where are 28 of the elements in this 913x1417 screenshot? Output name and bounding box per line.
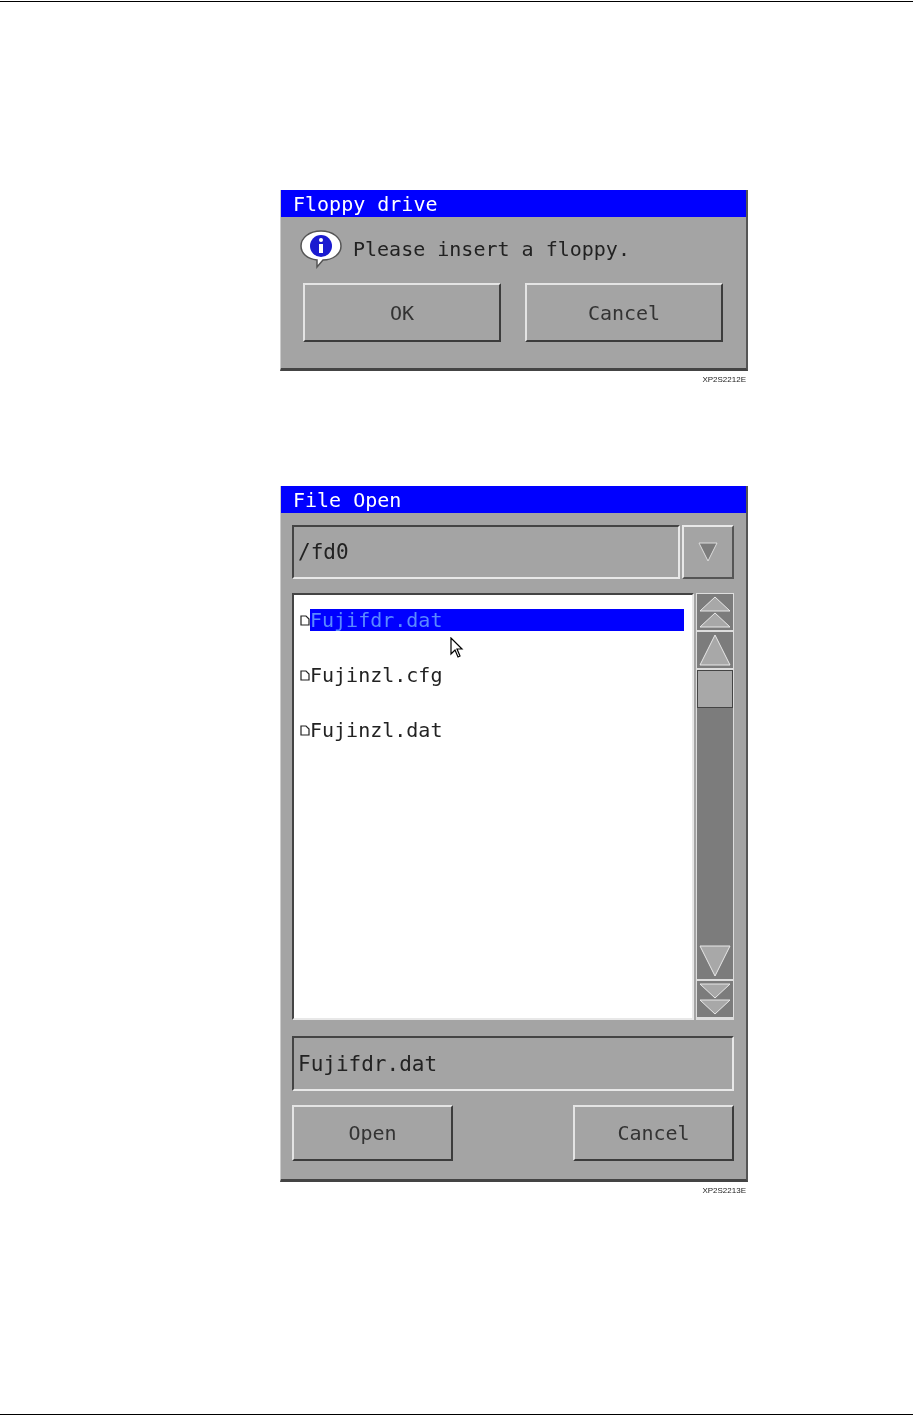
- figure-code: XP2S2212E: [702, 375, 746, 384]
- caret-icon: [698, 541, 718, 563]
- dialog-title: Floppy drive: [281, 190, 746, 217]
- info-icon: [299, 229, 343, 269]
- message-text: Please insert a floppy.: [353, 237, 630, 261]
- file-icon: [300, 670, 310, 681]
- up-arrow-icon: [698, 633, 732, 667]
- directory-field[interactable]: /fd0: [292, 525, 680, 579]
- file-icon: [300, 725, 310, 736]
- open-button[interactable]: Open: [292, 1105, 453, 1161]
- cancel-button[interactable]: Cancel: [525, 283, 723, 342]
- file-item[interactable]: Fujinzl.cfg: [310, 664, 684, 686]
- scroll-thumb[interactable]: [697, 670, 733, 708]
- scroll-up-button[interactable]: [697, 632, 733, 670]
- scroll-bottom-button[interactable]: [697, 981, 733, 1019]
- figure-code: XP2S2213E: [702, 1186, 746, 1195]
- scroll-top-button[interactable]: [697, 594, 733, 632]
- ok-button[interactable]: OK: [303, 283, 501, 342]
- dialog-title: File Open: [281, 486, 746, 513]
- down-arrow-icon: [698, 944, 732, 978]
- double-down-arrow-icon: [698, 982, 732, 1016]
- dropdown-button[interactable]: [682, 525, 734, 579]
- pointer-icon: [450, 637, 464, 659]
- cancel-button[interactable]: Cancel: [573, 1105, 734, 1161]
- file-item[interactable]: Fujinzl.dat: [310, 719, 684, 741]
- file-name-field[interactable]: Fujifdr.dat: [292, 1036, 734, 1091]
- scroll-down-button[interactable]: [697, 943, 733, 981]
- file-item[interactable]: Fujifdr.dat: [310, 609, 684, 631]
